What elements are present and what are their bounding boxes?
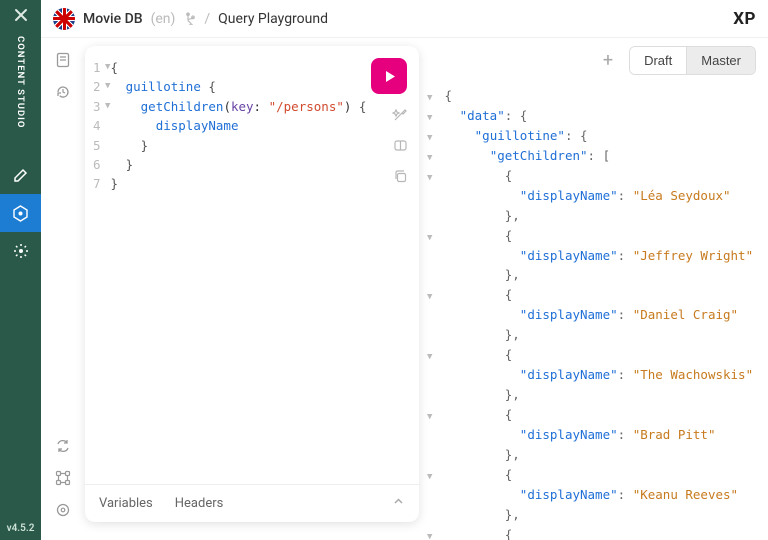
project-flag-icon[interactable] [53,8,75,30]
prettify-icon[interactable] [392,106,409,123]
header: Movie DB (en) / Query Playground XP [41,0,768,38]
query-playground-icon[interactable] [0,194,41,232]
add-tab-icon[interactable]: + [603,50,613,71]
run-button[interactable] [371,58,407,94]
close-icon[interactable] [0,0,41,30]
shortcuts-icon[interactable] [55,470,71,486]
breadcrumb-page: Query Playground [218,11,328,27]
editor-footer: Variables Headers [85,484,419,522]
chevron-up-icon[interactable] [392,495,405,512]
studio-label: CONTENT STUDIO [15,36,26,128]
tab-headers[interactable]: Headers [175,496,224,511]
editor-iconbar [41,38,85,540]
crumb-separator: / [204,11,210,27]
config-icon[interactable] [55,502,71,518]
refresh-icon[interactable] [55,438,71,454]
branch-master-button[interactable]: Master [686,47,755,74]
settings-icon[interactable] [0,232,41,270]
code-input[interactable]: 1▼2▼3▼4567 { guillotine { getChildren(ke… [85,46,419,484]
version-label: v4.5.2 [7,517,35,540]
branch-selector: Draft Master [629,46,756,75]
history-icon[interactable] [55,84,71,100]
app-rail: CONTENT STUDIO v4.5.2 [0,0,41,540]
copy-icon[interactable] [392,168,409,185]
merge-icon[interactable] [392,137,409,154]
project-lang: (en) [151,11,176,27]
project-name[interactable]: Movie DB [83,11,143,27]
tab-variables[interactable]: Variables [99,496,153,511]
app-logo: XP [733,9,756,29]
query-editor: 1▼2▼3▼4567 { guillotine { getChildren(ke… [85,46,419,522]
branch-icon [183,12,196,25]
results-pane: + Draft Master ▼ { ▼ "data": { ▼ "guillo… [419,38,768,540]
results-json[interactable]: ▼ { ▼ "data": { ▼ "guillotine": { ▼ "get… [419,82,768,540]
edit-icon[interactable] [0,156,41,194]
branch-draft-button[interactable]: Draft [630,47,686,74]
document-icon[interactable] [55,52,71,68]
